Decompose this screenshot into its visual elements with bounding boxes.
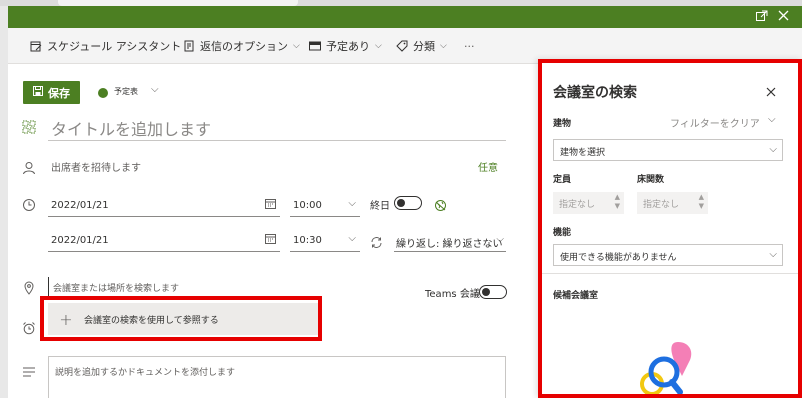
window-titlebar bbox=[8, 6, 802, 28]
calendar-selector[interactable]: 予定表 bbox=[114, 86, 138, 97]
categorize-button[interactable]: 分類 ⌵ bbox=[396, 28, 447, 64]
calendar-icon[interactable] bbox=[265, 233, 276, 247]
reply-options-icon bbox=[183, 40, 195, 52]
reply-options-button[interactable]: 返信のオプション ⌵ bbox=[183, 28, 300, 64]
more-options-button[interactable]: ··· bbox=[464, 28, 475, 64]
chevron-down-icon: ⌵ bbox=[293, 41, 300, 51]
event-window: スケジュール アシスタント 返信のオプション ⌵ 予定あり ⌵ 分類 ⌵ ··· bbox=[8, 6, 802, 398]
optional-attendees-link[interactable]: 任意 bbox=[478, 159, 498, 174]
alarm-icon bbox=[22, 320, 36, 335]
save-label: 保存 bbox=[48, 86, 70, 100]
repeat-icon bbox=[370, 234, 384, 248]
close-icon[interactable] bbox=[776, 10, 790, 25]
teams-meeting-toggle[interactable] bbox=[479, 285, 507, 299]
highlight-box-room-button bbox=[40, 296, 322, 341]
show-as-button[interactable]: 予定あり ⌵ bbox=[309, 28, 382, 64]
time-zone-icon[interactable] bbox=[434, 197, 448, 211]
start-time-field[interactable]: 10:00 ⌵ bbox=[290, 195, 360, 217]
repeat-value: 繰り返し: 繰り返さない bbox=[396, 239, 503, 250]
title-category-icon bbox=[22, 119, 36, 134]
person-icon bbox=[22, 160, 36, 175]
tag-icon bbox=[396, 40, 408, 52]
categorize-label: 分類 bbox=[413, 40, 435, 53]
chevron-down-icon: ⌵ bbox=[496, 234, 504, 245]
text-lines-icon bbox=[22, 364, 36, 378]
schedule-assistant-button[interactable]: スケジュール アシスタント bbox=[30, 28, 181, 64]
chevron-down-icon: ⌵ bbox=[348, 233, 356, 244]
calendar-icon[interactable] bbox=[265, 198, 276, 212]
all-day-toggle[interactable] bbox=[394, 196, 422, 210]
calendar-color-dot bbox=[98, 88, 108, 98]
toggle-knob bbox=[397, 199, 405, 207]
toggle-knob bbox=[482, 288, 490, 296]
clock-icon bbox=[22, 197, 36, 211]
location-input[interactable]: 会議室または場所を検索します bbox=[48, 277, 406, 297]
busy-status-icon bbox=[309, 40, 321, 52]
schedule-assistant-label: スケジュール アシスタント bbox=[47, 40, 182, 53]
chevron-down-icon: ⌵ bbox=[440, 41, 447, 51]
end-time-value: 10:30 bbox=[293, 235, 322, 246]
end-date-field[interactable]: 2022/01/21 bbox=[48, 230, 280, 252]
highlight-box-room-finder bbox=[538, 59, 802, 398]
reply-options-label: 返信のオプション bbox=[200, 40, 288, 53]
end-time-field[interactable]: 10:30 ⌵ bbox=[290, 230, 360, 252]
chevron-down-icon: ⌵ bbox=[348, 198, 356, 209]
description-editor[interactable]: 説明を追加するかドキュメントを添付します bbox=[48, 356, 506, 398]
start-date-value: 2022/01/21 bbox=[51, 200, 109, 211]
popout-icon[interactable] bbox=[755, 10, 769, 25]
save-icon bbox=[33, 86, 43, 99]
save-button[interactable]: 保存 bbox=[23, 81, 80, 104]
all-day-label: 終日 bbox=[370, 201, 390, 212]
calendar-edit-icon bbox=[30, 40, 42, 52]
location-pin-icon bbox=[22, 280, 36, 295]
title-input[interactable]: タイトルを追加します bbox=[48, 113, 506, 141]
repeat-dropdown[interactable]: 繰り返し: 繰り返さない ⌵ bbox=[394, 230, 506, 252]
teams-meeting-label: Teams 会議 bbox=[425, 289, 480, 300]
show-as-label: 予定あり bbox=[326, 40, 370, 53]
start-date-field[interactable]: 2022/01/21 bbox=[48, 195, 280, 217]
start-time-value: 10:00 bbox=[293, 200, 322, 211]
chevron-down-icon[interactable]: ⌵ bbox=[151, 84, 159, 95]
end-date-value: 2022/01/21 bbox=[51, 235, 109, 246]
attendees-input[interactable]: 出席者を招待します bbox=[48, 156, 506, 178]
chevron-down-icon: ⌵ bbox=[375, 41, 382, 51]
